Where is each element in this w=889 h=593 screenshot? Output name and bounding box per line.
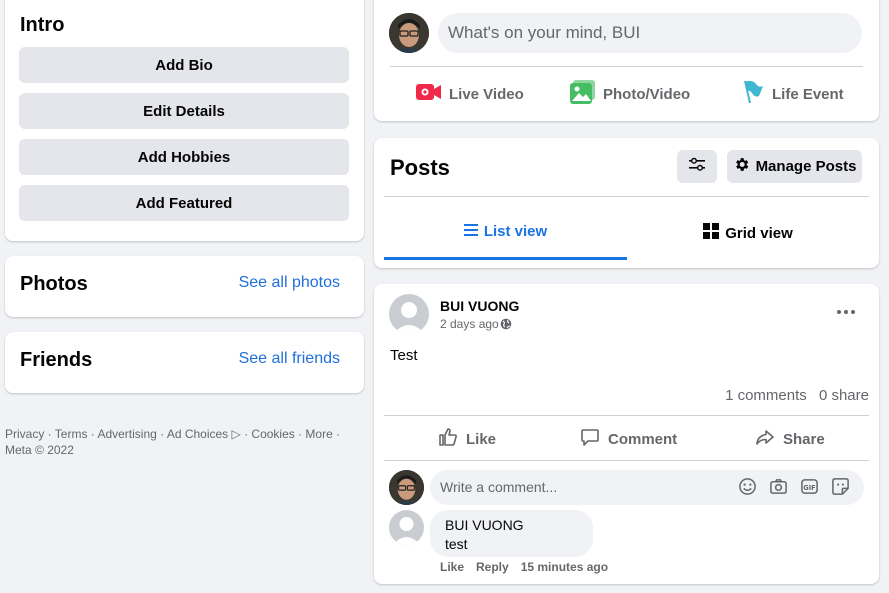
comment-reply-link[interactable]: Reply [476, 560, 509, 574]
sliders-icon [689, 157, 705, 176]
intro-title: Intro [20, 14, 65, 36]
like-label: Like [466, 430, 497, 448]
active-tab-indicator [384, 257, 627, 260]
photos-title: Photos [20, 273, 88, 295]
grid-icon [703, 223, 725, 243]
comment-time[interactable]: 15 minutes ago [521, 560, 608, 574]
divider [390, 66, 863, 67]
comment-like-link[interactable]: Like [440, 560, 464, 574]
thumbs-up-icon [438, 427, 466, 451]
comment-text: test [445, 536, 468, 552]
photo-video-button[interactable]: Photo/Video [570, 80, 690, 108]
manage-posts-button[interactable]: Manage Posts [727, 150, 862, 183]
add-hobbies-button[interactable]: Add Hobbies [19, 139, 349, 175]
life-event-label: Life Event [772, 85, 844, 103]
post-card: BUI VUONG 2 days ago Test 1 comments 0 s… [374, 284, 879, 584]
emoji-icon[interactable] [738, 477, 757, 496]
photo-video-label: Photo/Video [603, 85, 691, 103]
svg-text:GIF: GIF [803, 484, 815, 492]
comment-bubble-icon [580, 427, 608, 451]
add-bio-button[interactable]: Add Bio [19, 47, 349, 83]
camera-icon[interactable] [769, 477, 788, 496]
life-event-button[interactable]: Life Event [742, 80, 844, 108]
footer-links[interactable]: Privacy · Terms · Advertising · Ad Choic… [5, 426, 345, 458]
photo-icon [570, 80, 603, 108]
post-timestamp[interactable]: 2 days ago [440, 317, 512, 331]
add-featured-button[interactable]: Add Featured [19, 185, 349, 221]
comment-placeholder: Write a comment... [440, 479, 558, 495]
comment-bubble: BUI VUONG test [430, 510, 593, 557]
author-avatar[interactable] [389, 294, 429, 334]
post-author[interactable]: BUI VUONG [440, 298, 519, 314]
list-view-label: List view [483, 222, 548, 240]
more-options-button[interactable] [832, 302, 860, 318]
like-button[interactable]: Like [438, 425, 496, 453]
posts-title: Posts [390, 155, 450, 180]
friends-card: Friends See all friends [5, 332, 364, 393]
comment-actions: Like Reply 15 minutes ago [440, 560, 608, 574]
comment-tools: GIF [738, 477, 850, 496]
composer-card: What's on your mind, BUI Live Video Phot… [374, 0, 879, 121]
live-video-label: Live Video [449, 85, 524, 103]
post-time-text: 2 days ago [440, 317, 499, 331]
share-label: Share [783, 430, 825, 448]
list-icon [463, 223, 484, 240]
flag-icon [742, 80, 772, 108]
divider [384, 415, 869, 416]
grid-view-label: Grid view [725, 224, 793, 242]
share-arrow-icon [755, 427, 783, 451]
see-all-photos-link[interactable]: See all photos [239, 274, 340, 292]
comment-author[interactable]: BUI VUONG [445, 517, 524, 533]
friends-title: Friends [20, 349, 93, 371]
filters-button[interactable] [677, 150, 717, 183]
comments-count[interactable]: 1 comments [725, 387, 807, 404]
share-button[interactable]: Share [755, 425, 825, 453]
comment-label: Comment [608, 430, 678, 448]
globe-icon [500, 318, 512, 330]
manage-posts-label: Manage Posts [755, 158, 857, 175]
gear-icon [733, 156, 756, 177]
gif-icon[interactable]: GIF [800, 477, 819, 496]
posts-header-card: Posts Manage Posts List view Grid view [374, 138, 879, 268]
post-stats: 1 comments 0 share [717, 387, 869, 404]
tab-list-view[interactable]: List view [384, 213, 627, 249]
shares-count[interactable]: 0 share [819, 387, 869, 404]
comment-button[interactable]: Comment [580, 425, 677, 453]
user-avatar[interactable] [389, 13, 429, 53]
photos-card: Photos See all photos [5, 256, 364, 317]
reply-author-avatar[interactable] [389, 510, 424, 545]
see-all-friends-link[interactable]: See all friends [239, 350, 340, 368]
commenter-avatar[interactable] [389, 470, 424, 505]
live-video-button[interactable]: Live Video [416, 80, 524, 108]
comment-input[interactable]: Write a comment... GIF [430, 470, 864, 505]
edit-details-button[interactable]: Edit Details [19, 93, 349, 129]
tab-grid-view[interactable]: Grid view [627, 215, 869, 251]
divider [384, 460, 869, 461]
post-body: Test [390, 347, 418, 364]
more-dots-icon [837, 301, 855, 319]
divider [384, 196, 869, 197]
status-input[interactable]: What's on your mind, BUI [438, 13, 862, 53]
video-camera-icon [416, 82, 449, 106]
intro-card: Intro Add Bio Edit Details Add Hobbies A… [5, 0, 364, 241]
sticker-icon[interactable] [831, 477, 850, 496]
